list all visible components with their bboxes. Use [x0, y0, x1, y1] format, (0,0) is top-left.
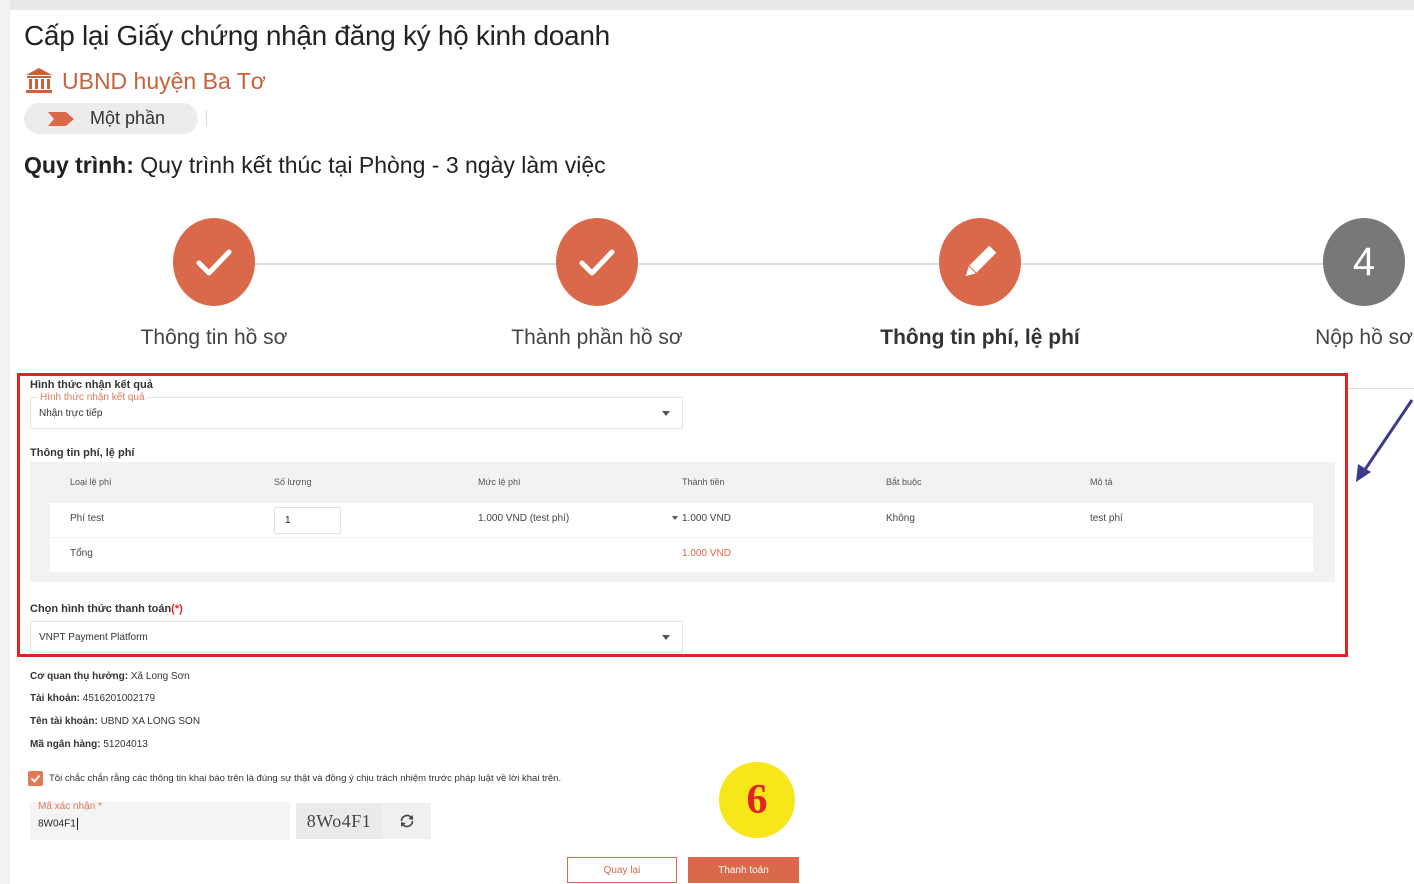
- payment-method-title: Chọn hình thức thanh toán(*): [30, 603, 183, 615]
- step-4-label: Nộp hồ sơ: [1315, 326, 1413, 349]
- beneficiary-bank-code: Mã ngân hàng: 51204013: [30, 739, 148, 750]
- annotation-step-badge: 6: [719, 762, 795, 838]
- bank-icon: [26, 68, 52, 93]
- captcha-label: Mã xác nhận *: [38, 801, 102, 812]
- divider: [1348, 388, 1414, 389]
- result-method-value: Nhận trực tiếp: [39, 407, 103, 419]
- commitment-checkbox[interactable]: [28, 771, 43, 786]
- caret-down-icon: [672, 516, 678, 521]
- back-button[interactable]: Quay lại: [567, 857, 677, 883]
- account-name-value: UBND XA LONG SON: [100, 716, 201, 727]
- annotation-arrow-icon: [1356, 399, 1414, 482]
- step-4-circle: 4: [1323, 218, 1405, 306]
- window-top-border: [0, 0, 1414, 10]
- beneficiary-account: Tài khoản: 4516201002179: [30, 693, 155, 704]
- chevron-right-icon: [48, 111, 74, 126]
- check-icon: [579, 249, 615, 276]
- beneficiary-account-name: Tên tài khoản: UBND XA LONG SON: [30, 716, 200, 727]
- step-3[interactable]: Thông tin phí, lệ phí: [855, 218, 1105, 350]
- result-method-title: Hình thức nhận kết quả: [30, 379, 153, 391]
- payment-method-value: VNPT Payment Platform: [39, 631, 148, 643]
- service-level-label: Một phần: [90, 108, 166, 128]
- step-1-circle: [173, 218, 255, 306]
- text-cursor: [76, 818, 78, 830]
- agency-line: UBND huyện Ba Tơ: [24, 66, 266, 96]
- pay-button[interactable]: Thanh toán: [688, 857, 799, 883]
- column-header-rate: Mức lệ phí: [478, 477, 521, 487]
- quantity-value: 1: [285, 515, 291, 526]
- fee-required-cell: Không: [886, 513, 915, 524]
- beneficiary-agency-label: Cơ quan thụ hưởng:: [30, 671, 129, 682]
- step-4-number: 4: [1352, 239, 1376, 284]
- agency-name: UBND huyện Ba Tơ: [62, 67, 266, 94]
- chevron-down-icon: [662, 635, 670, 640]
- bank-code-value: 51204013: [103, 739, 148, 750]
- refresh-icon: [400, 814, 413, 828]
- commitment-text: Tôi chắc chắn rằng các thông tin khai bá…: [49, 773, 562, 784]
- pencil-icon: [965, 245, 997, 277]
- account-label: Tài khoản:: [30, 693, 81, 704]
- captcha-typed-text: 8W04F1: [38, 818, 76, 830]
- process-label: Quy trình:: [24, 152, 134, 178]
- quantity-input[interactable]: 1: [274, 507, 341, 534]
- bank-code-label: Mã ngân hàng:: [30, 739, 101, 750]
- page-title: Cấp lại Giấy chứng nhận đăng ký hộ kinh …: [24, 20, 610, 51]
- captcha-refresh-button[interactable]: [382, 803, 431, 839]
- fee-description-cell: test phí: [1090, 513, 1123, 524]
- beneficiary-agency: Cơ quan thụ hưởng: Xã Long Sơn: [30, 671, 190, 682]
- total-label: Tổng: [70, 548, 93, 559]
- captcha-image: 8Wo4F1: [296, 803, 382, 839]
- fees-title: Thông tin phí, lệ phí: [30, 447, 135, 459]
- step-2-label: Thành phần hồ sơ: [511, 326, 683, 349]
- divider: [206, 110, 207, 126]
- column-header-required: Bắt buộc: [886, 477, 922, 487]
- payment-method-label: Chọn hình thức thanh toán: [30, 603, 172, 615]
- step-3-circle: [939, 218, 1021, 306]
- captcha-input-value: 8W04F1: [38, 818, 78, 830]
- check-icon: [196, 249, 232, 276]
- column-header-fee-type: Loại lệ phí: [70, 477, 112, 487]
- account-name-label: Tên tài khoản:: [30, 716, 98, 727]
- column-header-description: Mô tả: [1090, 477, 1113, 487]
- total-value: 1.000 VND: [682, 548, 731, 559]
- step-1-label: Thông tin hồ sơ: [140, 326, 288, 349]
- beneficiary-agency-value: Xã Long Sơn: [130, 671, 190, 682]
- step-4[interactable]: 4 Nộp hồ sơ: [1239, 218, 1414, 350]
- required-mark: (*): [171, 603, 183, 615]
- account-value: 4516201002179: [82, 693, 156, 704]
- step-2-circle: [556, 218, 638, 306]
- check-icon: [30, 774, 41, 783]
- step-2[interactable]: Thành phần hồ sơ: [472, 218, 722, 350]
- column-header-amount: Thành tiền: [682, 477, 725, 487]
- stepper-connector: [214, 263, 1384, 265]
- result-method-field-label: Hình thức nhận kết quả: [38, 392, 147, 403]
- commitment: Tôi chắc chắn rằng các thông tin khai bá…: [28, 771, 561, 786]
- fee-type-cell: Phí test: [70, 513, 104, 524]
- step-1[interactable]: Thông tin hồ sơ: [89, 218, 339, 350]
- process-value: Quy trình kết thúc tại Phòng - 3 ngày là…: [140, 152, 606, 178]
- window-left-border: [0, 0, 10, 884]
- payment-method-select[interactable]: VNPT Payment Platform: [30, 621, 683, 653]
- chevron-down-icon: [662, 411, 670, 416]
- process-line: Quy trình: Quy trình kết thúc tại Phòng …: [24, 152, 606, 179]
- fee-amount-value: 1.000 VND: [682, 513, 731, 524]
- fee-rate-cell: 1.000 VND (test phí): [478, 513, 570, 524]
- column-header-quantity: Số lượng: [274, 477, 312, 487]
- step-3-label: Thông tin phí, lệ phí: [880, 326, 1080, 349]
- fee-amount-cell: 1.000 VND: [672, 513, 731, 524]
- service-level-chip: Một phần: [24, 103, 198, 134]
